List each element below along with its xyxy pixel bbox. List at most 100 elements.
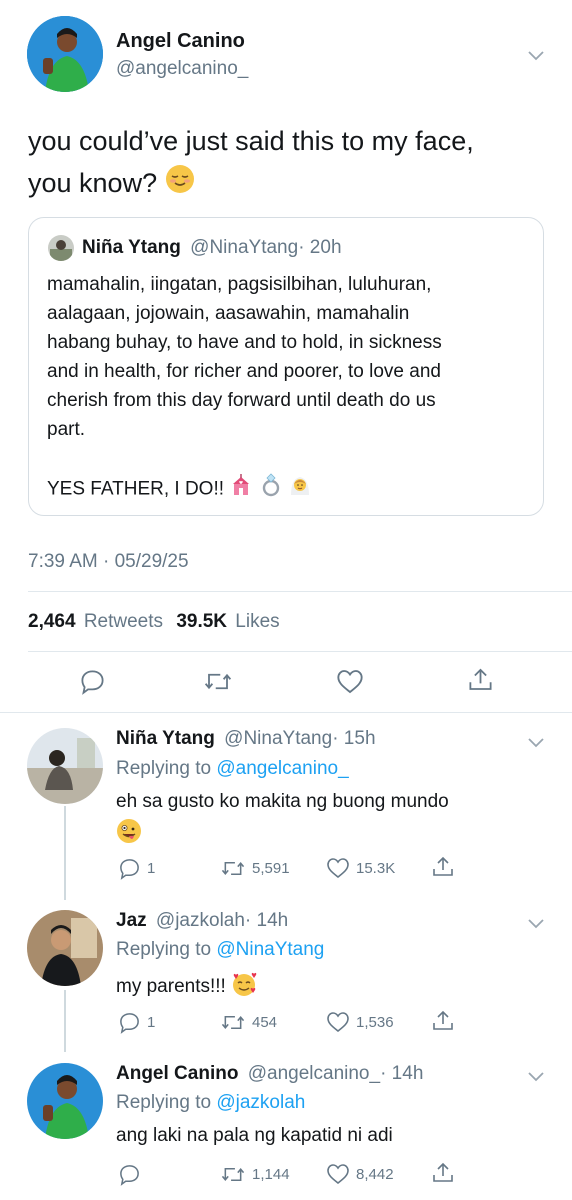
replying-to-handle[interactable]: @angelcanino_ — [216, 758, 348, 779]
reply-action-retweet[interactable]: 454 — [220, 1011, 277, 1034]
reply-author-name[interactable]: Niña Ytang — [116, 728, 215, 749]
ring-emoji-icon — [259, 473, 283, 506]
tweet-text: you could’ve just said this to my face, … — [28, 120, 474, 206]
reply-icon — [120, 1013, 139, 1034]
like-count: 1,536 — [356, 1013, 394, 1031]
thread-connector — [64, 990, 66, 1052]
reply-action-reply[interactable]: 1 — [118, 857, 155, 880]
likes-label[interactable]: Likes — [235, 611, 279, 632]
reply-age: · 15h — [332, 728, 376, 749]
quoted-tweet-line: part. — [47, 419, 86, 440]
replying-to-handle[interactable]: @NinaYtang — [216, 939, 324, 960]
reply-header: Jaz @jazkolah· 14h — [116, 910, 288, 932]
tweet-menu-chevron-down-icon[interactable] — [528, 48, 544, 66]
share-icon[interactable] — [431, 1161, 455, 1185]
quoted-tweet-closing: YES FATHER, I DO!! — [47, 478, 225, 500]
quoted-tweet-line: mamahalin, iingatan, pagsisilbihan, lulu… — [47, 274, 432, 295]
tweet-timestamp[interactable]: 7:39 AM · 05/29/25 — [28, 551, 189, 573]
tweet-author-handle[interactable]: @angelcanino_ — [116, 58, 248, 80]
replying-to-line: Replying to @angelcanino_ — [116, 758, 349, 780]
avatar-angel-canino[interactable] — [27, 1063, 103, 1139]
quoted-tweet-header: Niña Ytang @NinaYtang· 20h — [82, 237, 342, 259]
like-heart-icon[interactable] — [336, 668, 364, 695]
replying-to-label: Replying to — [116, 939, 212, 960]
replying-to-label: Replying to — [116, 758, 212, 779]
retweets-count[interactable]: 2,464 — [28, 611, 76, 632]
reply-text: eh sa gusto ko makita ng buong mundo — [116, 791, 449, 812]
avatar-jaz[interactable] — [27, 910, 103, 986]
retweet-count: 5,591 — [252, 860, 290, 877]
reply-count: 1 — [147, 860, 156, 877]
retweets-label[interactable]: Retweets — [84, 611, 163, 632]
reply-age: · 14h — [244, 910, 289, 931]
retweet-icon[interactable] — [203, 668, 233, 695]
reply-text: my parents!!! — [116, 976, 226, 998]
reply-icon — [120, 1165, 139, 1186]
tweet-text-line: you could’ve just said this to my face, — [28, 126, 474, 156]
reply-icon — [120, 859, 139, 880]
likes-count[interactable]: 39.5K — [176, 611, 227, 632]
reply-menu-chevron-down-icon[interactable] — [528, 735, 544, 753]
replying-to-handle[interactable]: @jazkolah — [216, 1092, 305, 1113]
smiling-face-with-hearts-emoji-icon — [231, 971, 257, 1003]
quoted-tweet-author-handle: @NinaYtang — [190, 237, 299, 258]
reply-action-retweet[interactable]: 1,144 — [220, 1163, 290, 1186]
reply-author-handle[interactable]: @jazkolah — [156, 910, 245, 931]
quoted-tweet-body: mamahalin, iingatan, pagsisilbihan, lulu… — [47, 270, 442, 506]
quoted-tweet-avatar — [48, 235, 74, 261]
like-count: 15.3K — [356, 859, 396, 877]
quoted-tweet-line: and in health, for richer and poorer, to… — [47, 361, 441, 382]
reply-count: 1 — [147, 1014, 156, 1031]
reply-text-line: my parents!!! — [116, 971, 257, 1003]
share-icon[interactable] — [431, 855, 455, 879]
retweet-count: 454 — [252, 1014, 278, 1031]
quoted-tweet-closing-line: YES FATHER, I DO!! — [47, 473, 442, 506]
retweet-icon — [221, 1167, 245, 1182]
tweet-stats: 2,464 Retweets 39.5K Likes — [28, 611, 280, 633]
quoted-tweet-age: · 20h — [298, 237, 342, 258]
like-heart-icon — [327, 1164, 349, 1185]
reply-header: Angel Canino @angelcanino_· 14h — [116, 1063, 423, 1085]
reply-author-handle[interactable]: @NinaYtang — [224, 728, 332, 749]
reply-menu-chevron-down-icon[interactable] — [528, 916, 544, 934]
tweet-text-line: you know? — [28, 162, 474, 206]
reply-author-name[interactable]: Jaz — [116, 910, 147, 931]
avatar-nina-ytang[interactable] — [27, 728, 103, 804]
quoted-tweet-line: habang buhay, to have and to hold, in si… — [47, 332, 442, 353]
divider — [28, 651, 572, 652]
replying-to-label: Replying to — [116, 1092, 212, 1113]
tweet-text-line2: you know? — [28, 168, 158, 198]
reply-action-like[interactable]: 15.3K — [326, 857, 395, 879]
avatar-angel-canino[interactable] — [27, 16, 103, 92]
reply-menu-chevron-down-icon[interactable] — [528, 1069, 544, 1087]
quoted-tweet-line: aalagaan, jojowain, aasawahin, mamahalin — [47, 303, 410, 324]
share-icon[interactable] — [467, 666, 494, 694]
tweet-author-name[interactable]: Angel Canino — [116, 30, 245, 53]
reply-action-reply[interactable] — [118, 1163, 147, 1186]
like-heart-icon — [327, 858, 349, 879]
reply-action-like[interactable]: 8,442 — [326, 1163, 394, 1185]
like-heart-icon — [327, 1012, 349, 1033]
reply-action-reply[interactable]: 1 — [118, 1011, 155, 1034]
retweet-icon — [221, 861, 245, 876]
replying-to-line: Replying to @NinaYtang — [116, 939, 324, 961]
thread-connector — [64, 806, 66, 900]
zany-face-emoji-icon — [116, 818, 142, 849]
quoted-tweet-author-name: Niña Ytang — [82, 237, 181, 258]
retweet-count: 1,144 — [252, 1166, 290, 1183]
reply-action-like[interactable]: 1,536 — [326, 1011, 394, 1033]
reply-author-name[interactable]: Angel Canino — [116, 1063, 238, 1084]
reply-age: · 14h — [380, 1063, 424, 1084]
relieved-face-emoji-icon — [165, 164, 195, 206]
replying-to-line: Replying to @jazkolah — [116, 1092, 305, 1114]
reply-icon[interactable] — [79, 668, 106, 695]
bride-with-veil-emoji-icon — [288, 473, 312, 506]
share-icon[interactable] — [431, 1009, 455, 1033]
quoted-tweet-line: cherish from this day forward until deat… — [47, 390, 436, 411]
reply-action-retweet[interactable]: 5,591 — [220, 857, 290, 880]
retweet-icon — [221, 1015, 245, 1030]
wedding-chapel-emoji-icon — [229, 473, 253, 506]
reply-author-handle[interactable]: @angelcanino_ — [248, 1063, 380, 1084]
reply-text: ang laki na pala ng kapatid ni adi — [116, 1125, 393, 1146]
divider — [0, 712, 572, 713]
